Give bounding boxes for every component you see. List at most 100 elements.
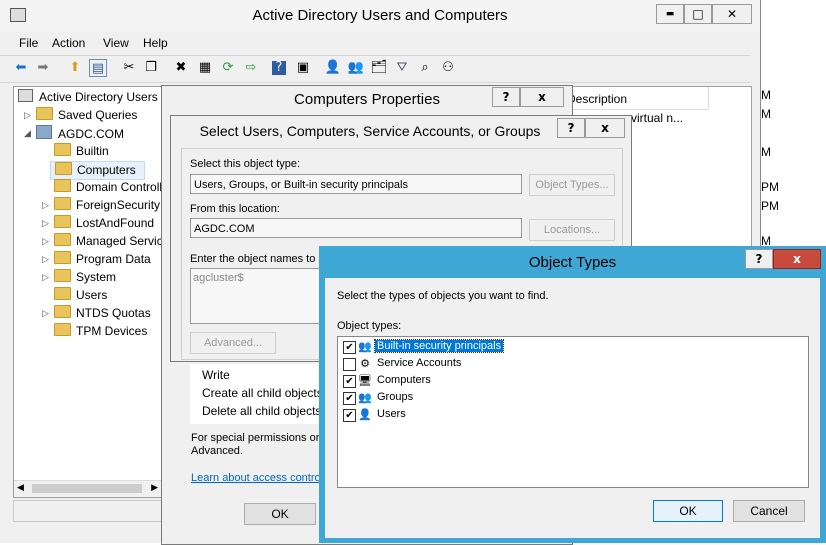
object-types-button[interactable]: Object Types... — [529, 174, 615, 196]
object-type-groups[interactable]: Groups — [377, 391, 413, 403]
scroll-thumb[interactable] — [32, 484, 142, 493]
refresh-icon[interactable]: ⟳ — [219, 59, 237, 77]
cancel-button[interactable]: Cancel — [733, 500, 805, 522]
checkbox-service-accounts[interactable] — [343, 358, 356, 371]
delete-icon[interactable]: ✖ — [172, 59, 190, 77]
menu-view[interactable]: View — [103, 36, 129, 50]
help-button[interactable]: ? — [557, 118, 585, 138]
add-to-group-icon[interactable]: ⚇ — [439, 59, 457, 77]
folder-icon — [55, 162, 72, 175]
tree-horizontal-scrollbar[interactable]: ◀ ▶ — [14, 480, 161, 497]
menu-action[interactable]: Action — [52, 36, 85, 50]
expander-program-data[interactable]: ▷ — [42, 255, 52, 265]
folder-icon — [54, 287, 71, 300]
object-names-value: agcluster$ — [193, 272, 244, 284]
object-type-builtin-security[interactable]: Built-in security principals — [373, 339, 505, 353]
copy-icon[interactable]: ❐ — [142, 59, 160, 77]
tree-item-users[interactable]: Users — [54, 287, 107, 304]
folder-icon — [54, 323, 71, 336]
object-names-label: Enter the object names to se — [190, 253, 331, 265]
tree-item-tpm-devices[interactable]: TPM Devices — [54, 323, 147, 340]
object-names-input[interactable]: agcluster$ — [190, 268, 332, 324]
tree-item-ntds-quotas[interactable]: NTDS Quotas — [54, 305, 151, 322]
tree-item-managed-service[interactable]: Managed Service — [54, 233, 161, 250]
expander-system[interactable]: ▷ — [42, 273, 52, 283]
folder-icon — [54, 179, 71, 192]
object-type-users[interactable]: Users — [377, 408, 406, 420]
console-icon — [18, 89, 33, 102]
object-type-label: Select this object type: — [190, 158, 301, 170]
object-types-dialog: Object Types ? x Select the types of obj… — [319, 246, 826, 543]
tree-item-program-data[interactable]: Program Data — [54, 251, 151, 268]
new-user-icon[interactable]: 👤 — [324, 59, 342, 77]
maximize-button[interactable]: □ — [684, 4, 712, 24]
location-label: From this location: — [190, 203, 280, 215]
tree-item-domain-controllers[interactable]: Domain Controll — [54, 179, 161, 196]
learn-access-control-link[interactable]: Learn about access control — [191, 472, 323, 484]
permissions-list: Write Create all child objects Delete al… — [190, 364, 330, 424]
export-list-icon[interactable]: ⇨ — [242, 59, 260, 77]
ok-button[interactable]: OK — [244, 503, 316, 525]
column-header-description[interactable]: Description — [563, 87, 709, 110]
help-icon[interactable]: ? — [272, 61, 286, 75]
tree-item-foreign-security[interactable]: ForeignSecurityP — [54, 197, 161, 214]
checkbox-groups[interactable]: ✔ — [343, 392, 356, 405]
tree-item-label: TPM Devices — [76, 324, 148, 338]
action-pane-icon[interactable]: ▣ — [294, 59, 312, 77]
tree-item-agdc-com[interactable]: AGDC.COM — [36, 125, 124, 142]
object-type-service-accounts[interactable]: Service Accounts — [377, 357, 461, 369]
minimize-button[interactable]: ▬ — [656, 4, 684, 24]
expander-agdc[interactable]: ◢ — [24, 129, 34, 139]
tree-item-label: NTDS Quotas — [76, 306, 151, 320]
new-ou-icon[interactable]: 🗂 — [370, 59, 388, 77]
time-fragment: PM — [761, 199, 779, 213]
ok-button[interactable]: OK — [653, 500, 723, 522]
find-icon[interactable]: ⌕ — [416, 59, 434, 77]
help-button[interactable]: ? — [745, 249, 773, 269]
cut-icon[interactable]: ✂ — [120, 59, 138, 77]
up-folder-icon[interactable]: ⬆ — [66, 59, 84, 77]
scroll-left-icon[interactable]: ◀ — [17, 483, 24, 493]
domain-icon — [36, 125, 52, 139]
menu-bar: File Action View Help — [0, 33, 750, 53]
tree-item-system[interactable]: System — [54, 269, 116, 286]
forward-arrow-icon[interactable]: ➡ — [34, 59, 52, 77]
menu-file[interactable]: File — [19, 36, 38, 50]
back-arrow-icon[interactable]: ⬅ — [12, 59, 30, 77]
tree-item-label: Builtin — [76, 144, 109, 158]
expander-lostandfound[interactable]: ▷ — [42, 219, 52, 229]
show-console-tree-icon[interactable]: ▤ — [89, 59, 107, 77]
properties-icon[interactable]: ▦ — [196, 59, 214, 77]
checkbox-computers[interactable]: ✔ — [343, 375, 356, 388]
checkbox-users[interactable]: ✔ — [343, 409, 356, 422]
tree-item-builtin[interactable]: Builtin — [54, 143, 109, 160]
tree-item-label: AGDC.COM — [58, 127, 124, 141]
scroll-right-icon[interactable]: ▶ — [151, 483, 158, 493]
new-group-icon[interactable]: 👥 — [347, 59, 365, 77]
tree-item-saved-queries[interactable]: Saved Queries — [36, 107, 137, 124]
close-button[interactable]: x — [773, 249, 821, 269]
expander-ntds[interactable]: ▷ — [42, 309, 52, 319]
advanced-button[interactable]: Advanced... — [190, 332, 276, 354]
object-type-computers[interactable]: Computers — [377, 374, 431, 386]
checkbox-builtin-security[interactable]: ✔ — [343, 341, 356, 354]
dialog-content: Select the types of objects you want to … — [325, 278, 820, 538]
close-button[interactable]: x — [520, 87, 564, 107]
special-permissions-text-2: Advanced. — [191, 445, 243, 457]
console-tree: Active Directory Users a ▷ Saved Queries… — [13, 86, 162, 498]
tree-item-computers[interactable]: Computers — [50, 161, 145, 180]
filter-icon[interactable]: ⛛ — [393, 59, 411, 77]
tree-item-lostandfound[interactable]: LostAndFound — [54, 215, 154, 232]
locations-button[interactable]: Locations... — [529, 219, 615, 241]
tree-root[interactable]: Active Directory Users a — [18, 89, 161, 106]
expander-saved-queries[interactable]: ▷ — [24, 111, 34, 121]
expander-managed[interactable]: ▷ — [42, 237, 52, 247]
window-title: Active Directory Users and Computers — [252, 7, 508, 24]
service-accounts-icon: ⚙ — [360, 357, 370, 370]
folder-icon — [54, 143, 71, 156]
help-button[interactable]: ? — [492, 87, 520, 107]
close-button[interactable]: x — [585, 118, 625, 138]
menu-help[interactable]: Help — [143, 36, 168, 50]
expander-foreign[interactable]: ▷ — [42, 201, 52, 211]
close-button[interactable]: ✕ — [712, 4, 752, 24]
